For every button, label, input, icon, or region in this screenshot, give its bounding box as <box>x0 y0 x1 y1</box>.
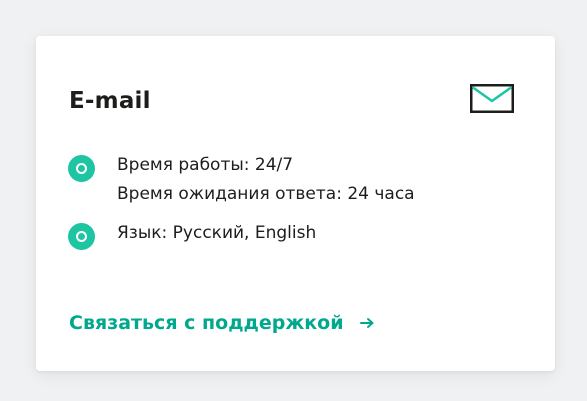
feature-bullet-icon <box>68 223 95 250</box>
email-support-card: E-mail Время работы: 24/7 Время ожидания… <box>36 36 555 371</box>
feature-item-language: Язык: Русский, English <box>68 219 415 250</box>
response-time-text: Время ожидания ответа: 24 часа <box>117 184 415 204</box>
feature-item-working-hours: Время работы: 24/7 Время ожидания ответа… <box>68 151 415 209</box>
working-hours-text: Время работы: 24/7 <box>117 155 294 175</box>
feature-bullet-icon <box>68 155 95 182</box>
arrow-right-icon <box>359 317 375 329</box>
language-text: Язык: Русский, English <box>117 223 317 243</box>
card-title: E-mail <box>69 88 151 114</box>
contact-support-link[interactable]: Связаться с поддержкой <box>69 309 375 337</box>
contact-support-label: Связаться с поддержкой <box>69 312 344 334</box>
mail-envelope-icon <box>470 84 514 113</box>
features-list: Время работы: 24/7 Время ожидания ответа… <box>68 151 415 258</box>
